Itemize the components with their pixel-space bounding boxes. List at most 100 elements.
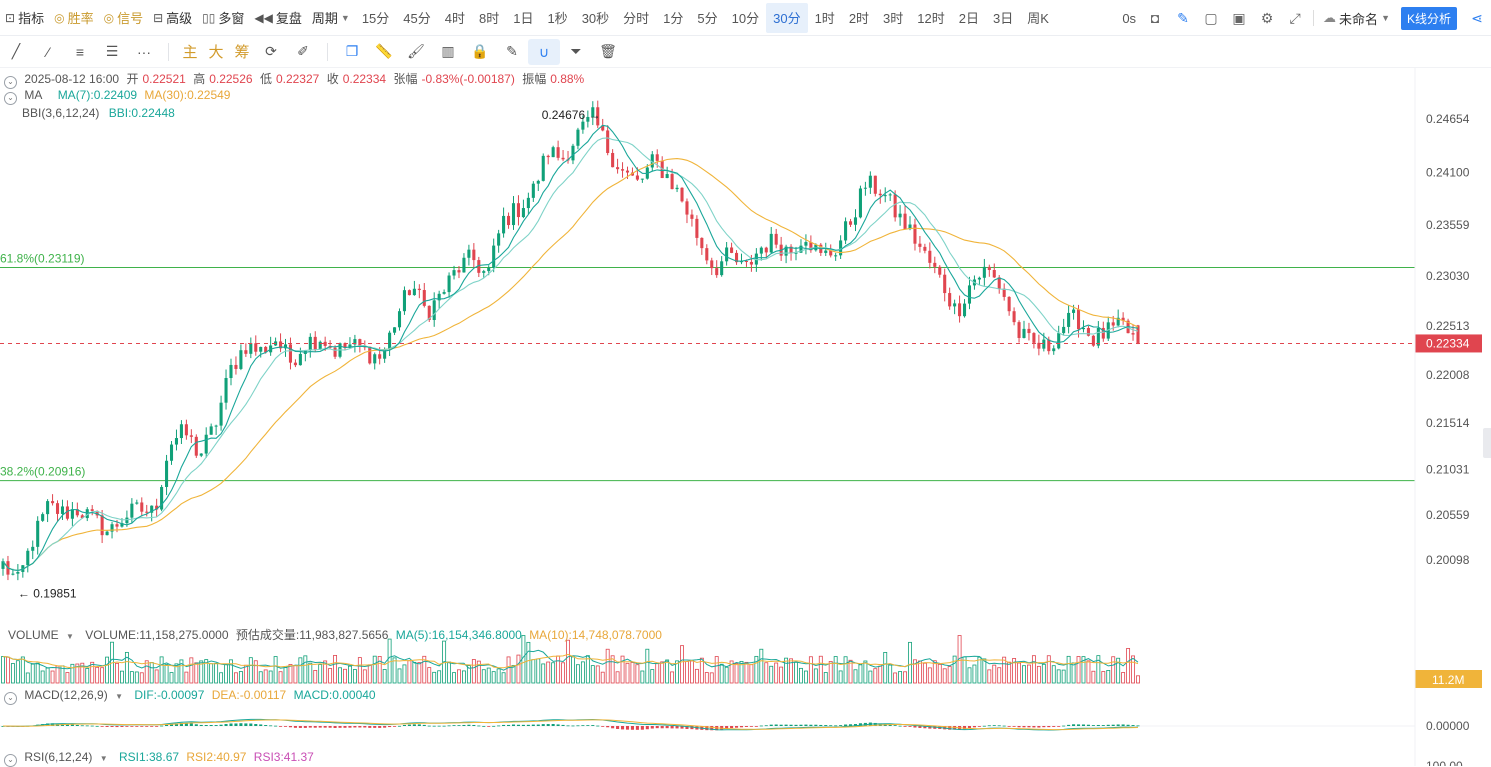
period-tab[interactable]: 10分	[725, 0, 766, 36]
candle-body[interactable]	[948, 293, 952, 307]
candle-body[interactable]	[863, 187, 867, 189]
candle-body[interactable]	[893, 194, 897, 218]
candle-body[interactable]	[695, 218, 699, 238]
candle-body[interactable]	[259, 346, 263, 352]
candle-body[interactable]	[749, 261, 753, 265]
candle-body[interactable]	[858, 188, 862, 218]
period-tab[interactable]: 30秒	[575, 0, 616, 36]
period-tab[interactable]: 15分	[355, 0, 396, 36]
candle-body[interactable]	[655, 154, 659, 161]
candle-body[interactable]	[254, 343, 258, 352]
candle-body[interactable]	[616, 167, 620, 170]
candle-body[interactable]	[422, 290, 426, 306]
candle-body[interactable]	[675, 187, 679, 190]
candle-body[interactable]	[621, 169, 625, 171]
candle-body[interactable]	[576, 129, 580, 146]
candle-body[interactable]	[388, 332, 392, 350]
candle-body[interactable]	[378, 354, 382, 359]
candle-body[interactable]	[556, 147, 560, 158]
candle-body[interactable]	[1042, 339, 1046, 349]
candle-body[interactable]	[105, 531, 109, 536]
comment-icon[interactable]: ▢	[1197, 10, 1225, 27]
share-icon[interactable]: ⋖	[1463, 10, 1491, 27]
period-tab[interactable]: 45分	[396, 0, 437, 36]
candle-body[interactable]	[977, 277, 981, 280]
candle-body[interactable]	[125, 517, 129, 524]
settings-icon[interactable]: ⚙	[1253, 10, 1281, 27]
candle-body[interactable]	[402, 290, 406, 312]
layout-icon[interactable]: ▣	[1225, 10, 1253, 27]
candle-body[interactable]	[685, 201, 689, 215]
candle-body[interactable]	[46, 501, 50, 515]
candle-body[interactable]	[878, 193, 882, 196]
candle-body[interactable]	[1007, 296, 1011, 312]
candle-body[interactable]	[140, 502, 144, 512]
period-tab[interactable]: 12时	[910, 0, 951, 36]
candle-body[interactable]	[962, 303, 967, 317]
candle-body[interactable]	[432, 300, 436, 321]
toolbar-item-3[interactable]: ⊟ 高级	[148, 0, 197, 36]
candle-body[interactable]	[764, 247, 768, 253]
candle-body[interactable]	[730, 247, 734, 253]
candle-body[interactable]	[100, 515, 104, 536]
kline-chart[interactable]: 0.24654 0.24100 0.23559 0.23030 0.22513 0.220…	[0, 68, 1491, 766]
candle-body[interactable]	[51, 501, 55, 504]
candle-body[interactable]	[407, 290, 411, 296]
candle-body[interactable]	[472, 249, 476, 261]
candle-body[interactable]	[853, 217, 858, 225]
candle-body[interactable]	[1037, 342, 1041, 349]
candle-body[interactable]	[457, 270, 461, 273]
filter-icon[interactable]: ⏷	[560, 43, 592, 60]
toolbar-item-5[interactable]: ◀◀ 复盘	[249, 0, 306, 36]
candle-body[interactable]	[521, 208, 525, 218]
candle-body[interactable]	[492, 245, 496, 268]
candle-icon[interactable]: ▥	[432, 43, 464, 60]
candle-body[interactable]	[928, 250, 932, 263]
period-menu[interactable]: 周期 ▼	[307, 0, 355, 36]
candle-body[interactable]	[561, 157, 565, 160]
candle-body[interactable]	[670, 174, 674, 190]
candle-body[interactable]	[60, 506, 65, 514]
candle-body[interactable]	[759, 247, 763, 254]
panel-resize-handle[interactable]	[1483, 428, 1491, 458]
period-tab[interactable]: 3时	[876, 0, 910, 36]
candle-body[interactable]	[720, 261, 724, 276]
candle-body[interactable]	[36, 520, 40, 547]
chevron-down-icon[interactable]: ▼	[115, 692, 123, 701]
candle-body[interactable]	[1067, 312, 1071, 327]
trash-icon[interactable]: 🗑	[592, 43, 624, 60]
candle-body[interactable]	[665, 174, 669, 179]
horizontal-lines-icon[interactable]: ☰	[96, 43, 128, 60]
candle-body[interactable]	[145, 511, 149, 513]
camera-icon[interactable]: ◘	[1141, 10, 1169, 26]
candle-body[interactable]	[551, 147, 555, 158]
candle-body[interactable]	[982, 266, 986, 278]
line-tool-icon[interactable]: ╱	[0, 43, 32, 60]
toolbar-item-2[interactable]: ◎ 信号	[99, 0, 149, 36]
candle-body[interactable]	[769, 233, 773, 253]
collapse-icon[interactable]: ⌄	[4, 754, 17, 767]
period-tab[interactable]: 周K	[1020, 0, 1056, 36]
candle-body[interactable]	[967, 285, 972, 304]
candle-body[interactable]	[487, 267, 491, 272]
candle-body[interactable]	[368, 346, 372, 364]
candle-body[interactable]	[194, 436, 198, 456]
candle-body[interactable]	[744, 261, 748, 263]
candle-body[interactable]	[933, 262, 937, 267]
ray-tool-icon[interactable]: ⁄	[32, 44, 64, 60]
fullscreen-icon[interactable]: ⤢	[1281, 10, 1309, 27]
candle-body[interactable]	[913, 224, 917, 244]
candle-body[interactable]	[1076, 309, 1081, 330]
pen-icon[interactable]: ✎	[1169, 10, 1197, 27]
candle-body[interactable]	[774, 233, 778, 245]
candle-body[interactable]	[189, 435, 193, 437]
more-tools-icon[interactable]: ···	[128, 44, 160, 60]
candle-body[interactable]	[239, 350, 243, 369]
candle-body[interactable]	[824, 250, 828, 253]
candle-body[interactable]	[244, 350, 248, 354]
candle-body[interactable]	[90, 509, 94, 511]
candle-body[interactable]	[640, 178, 644, 180]
candle-body[interactable]	[1052, 348, 1056, 352]
candle-body[interactable]	[447, 275, 451, 293]
candle-body[interactable]	[680, 187, 684, 202]
